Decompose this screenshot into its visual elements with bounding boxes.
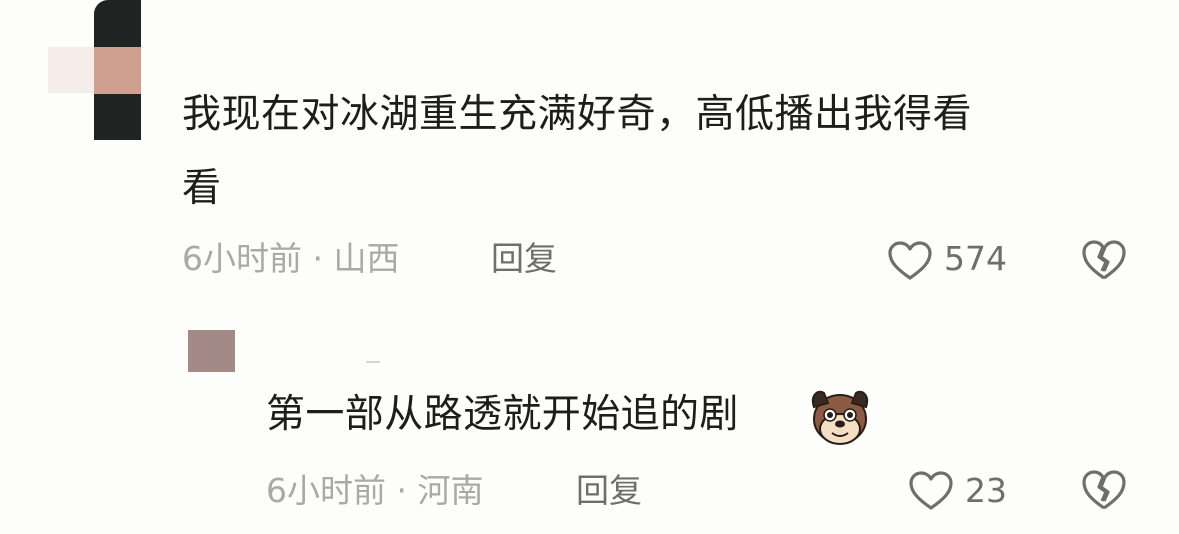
comment-text-continued: 看	[182, 166, 222, 211]
comment-time-location: 6小时前 · 河南	[266, 471, 484, 510]
avatar[interactable]	[188, 330, 235, 372]
dog-emoji	[812, 390, 868, 445]
broken-heart-icon[interactable]	[1081, 238, 1127, 282]
comment-time-location: 6小时前 · 山西	[182, 239, 400, 278]
comment-text: 我现在对冰湖重生充满好奇，高低播出我得看	[182, 92, 973, 137]
like-count: 23	[965, 471, 1007, 510]
comment-text: 第一部从路透就开始追的剧	[266, 392, 739, 437]
reply-button[interactable]: 回复	[576, 474, 642, 507]
broken-heart-icon[interactable]	[1081, 468, 1127, 512]
heart-outline-icon[interactable]	[887, 240, 933, 282]
avatar[interactable]	[94, 0, 141, 140]
like-count: 574	[944, 239, 1007, 278]
heart-outline-icon[interactable]	[908, 470, 954, 512]
reply-button[interactable]: 回复	[491, 242, 557, 275]
avatar-background	[48, 47, 96, 93]
username-placeholder	[366, 361, 380, 363]
